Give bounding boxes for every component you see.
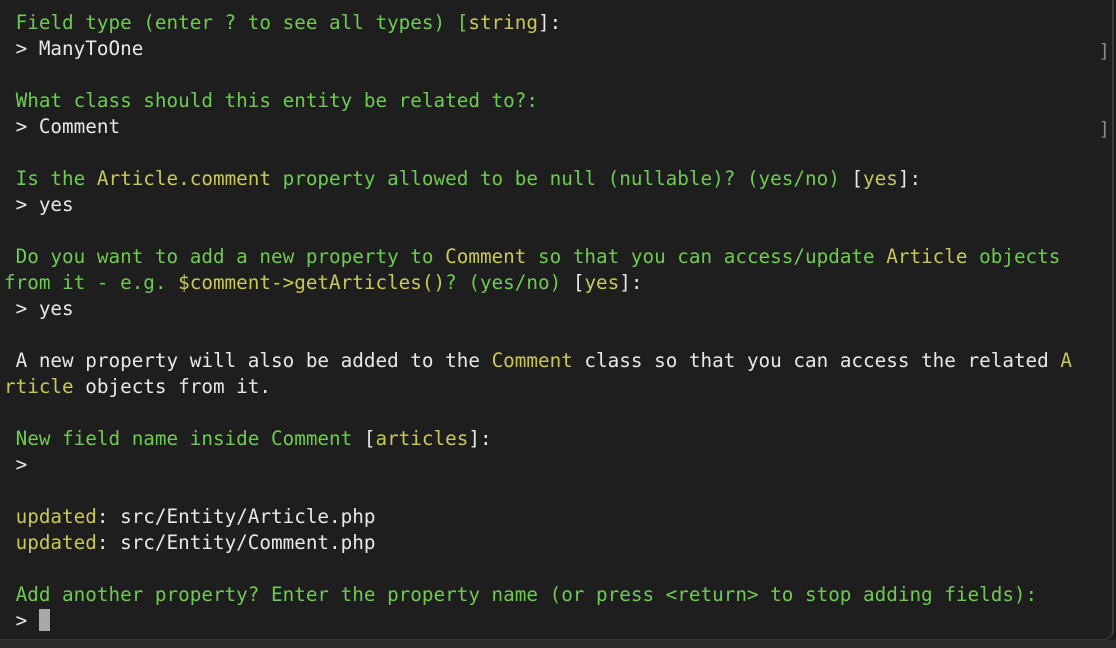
terminal-text-segment: ? (yes/no) <box>445 271 573 294</box>
terminal-text-segment: > yes <box>4 193 74 216</box>
terminal-text-segment: > <box>4 453 28 476</box>
terminal-text-segment: ]: <box>897 167 922 190</box>
terminal-text-segment: : src/Entity/Article.php <box>96 505 376 528</box>
terminal-text-segment: [ <box>572 271 585 294</box>
terminal-text-segment: > yes <box>4 297 74 320</box>
terminal-text-segment: ]: <box>468 427 492 450</box>
terminal-text-segment: rticle <box>4 375 74 398</box>
terminal-text-segment: Add another property? Enter the property… <box>4 583 1038 606</box>
terminal-text-segment: ]: <box>538 11 562 34</box>
terminal-text-segment: string <box>468 11 538 34</box>
terminal-text-segment: property allowed to be null (nullable)? … <box>271 167 852 190</box>
terminal-text-segment: [ <box>363 427 376 450</box>
terminal-line: > Comment <box>4 114 121 140</box>
terminal-text-segment: > Comment <box>4 115 121 138</box>
terminal-text-segment: yes <box>863 167 898 190</box>
terminal-line: > yes <box>4 192 74 218</box>
terminal-text-segment: A new property will also be added to the <box>4 349 492 372</box>
terminal-text-segment: Article.comment <box>96 167 271 190</box>
terminal-window[interactable]: Field type (enter ? to see all types) [s… <box>0 0 1114 640</box>
terminal-line: rticle objects from it. <box>4 374 271 400</box>
terminal-text-segment: objects from it. <box>73 375 271 398</box>
terminal-text-segment: articles <box>375 427 469 450</box>
terminal-text-segment: yes <box>584 271 620 294</box>
terminal-line: Field type (enter ? to see all types) [s… <box>4 10 562 36</box>
terminal-text-segment: Field type (enter ? to see all types) [ <box>4 11 469 34</box>
terminal-line: Is the Article.comment property allowed … <box>4 166 921 192</box>
terminal-text-segment: updated <box>4 505 97 528</box>
line-overflow-marker: ] <box>1098 40 1110 62</box>
terminal-text-segment: > ManyToOne <box>4 37 144 60</box>
terminal-line: A new property will also be added to the… <box>4 348 1072 374</box>
terminal-line: Do you want to add a new property to Com… <box>4 244 1061 270</box>
background-window-strip <box>0 640 1116 648</box>
terminal-text-segment: so that you can access/update <box>526 245 887 268</box>
terminal-text-segment: class so that you can access the related <box>572 349 1061 372</box>
terminal-text-segment: $comment->getArticles() <box>178 271 446 294</box>
terminal-text-segment: from it - e.g. <box>4 271 179 294</box>
terminal-text-segment: Article <box>886 245 968 268</box>
terminal-text-segment: New field name inside Comment <box>4 427 364 450</box>
terminal-text-segment: Comment <box>445 245 527 268</box>
terminal-line: What class should this entity be related… <box>4 88 538 114</box>
terminal-text-segment: Comment <box>491 349 573 372</box>
terminal-line: > yes <box>4 296 74 322</box>
terminal-line: updated: src/Entity/Article.php <box>4 504 376 530</box>
terminal-text-segment: > <box>4 609 39 632</box>
terminal-text-segment: updated <box>4 531 97 554</box>
terminal-line: > <box>4 608 50 634</box>
terminal-text-segment: A <box>1060 349 1072 372</box>
terminal-line: > ManyToOne <box>4 36 144 62</box>
terminal-text-segment: Do you want to add a new property to <box>4 245 446 268</box>
terminal-text-segment: : src/Entity/Comment.php <box>96 531 376 554</box>
terminal-line: updated: src/Entity/Comment.php <box>4 530 376 556</box>
terminal-text-segment: What class should this entity be related… <box>4 89 538 112</box>
terminal-line: > <box>4 452 28 478</box>
terminal-line: from it - e.g. $comment->getArticles()? … <box>4 270 642 296</box>
text-cursor <box>38 609 50 631</box>
terminal-text-segment: objects <box>967 245 1061 268</box>
terminal-text-segment: [ <box>851 167 864 190</box>
terminal-text-segment: ]: <box>619 271 643 294</box>
terminal-text-segment: Is the <box>4 167 97 190</box>
terminal-line: Add another property? Enter the property… <box>4 582 1038 608</box>
line-overflow-marker: ] <box>1098 118 1110 140</box>
terminal-line: New field name inside Comment [articles]… <box>4 426 492 452</box>
